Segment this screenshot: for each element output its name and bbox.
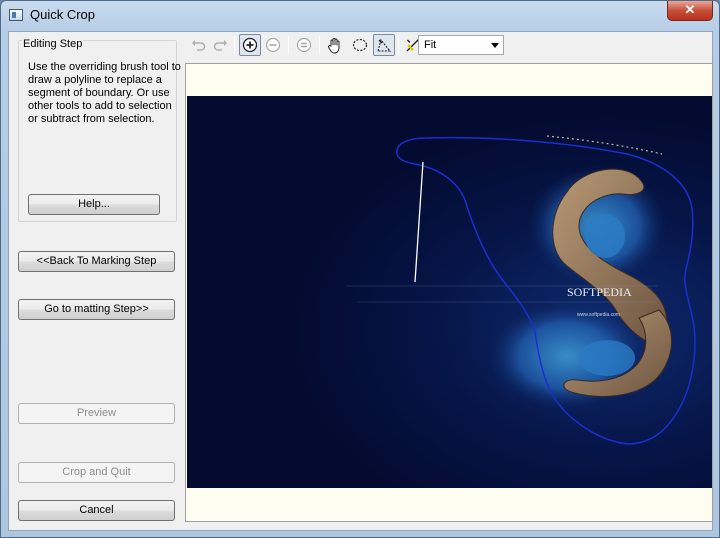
editing-step-title: Editing Step xyxy=(22,38,84,50)
editing-step-group: Editing Step Use the overriding brush to… xyxy=(18,38,181,222)
watermark-url: www.softpedia.com xyxy=(577,312,620,318)
window-title: Quick Crop xyxy=(30,7,96,22)
zoom-out-icon[interactable] xyxy=(262,34,284,56)
app-icon xyxy=(9,9,23,21)
help-button[interactable]: Help... xyxy=(28,194,160,215)
polygon-select-icon[interactable] xyxy=(373,34,395,56)
preview-button[interactable]: Preview xyxy=(18,403,175,424)
quick-crop-window: Quick Crop ✕ Editing Step Use the overri… xyxy=(0,0,720,538)
undo-icon[interactable] xyxy=(188,34,210,56)
lasso-select-icon[interactable] xyxy=(349,34,371,56)
watermark-title: SOFTPEDIA xyxy=(567,285,632,299)
close-button[interactable]: ✕ xyxy=(667,1,713,21)
back-to-marking-step-button[interactable]: <<Back To Marking Step xyxy=(18,251,175,272)
zoom-level-dropdown[interactable]: Fit xyxy=(418,35,504,55)
crop-and-quit-button[interactable]: Crop and Quit xyxy=(18,462,175,483)
softpedia-wallpaper-image: SOFTPEDIA www.softpedia.com xyxy=(347,135,696,445)
title-bar[interactable]: Quick Crop ✕ xyxy=(1,1,719,31)
redo-icon[interactable] xyxy=(209,34,231,56)
cancel-button[interactable]: Cancel xyxy=(18,500,175,521)
toolbar-separator xyxy=(319,36,320,54)
toolbar-separator xyxy=(234,36,235,54)
image-preview[interactable]: SOFTPEDIA www.softpedia.com xyxy=(187,96,712,488)
hand-pan-icon[interactable] xyxy=(324,34,346,56)
dialog-body: Editing Step Use the overriding brush to… xyxy=(8,31,713,531)
brush-polyline xyxy=(414,161,424,283)
zoom-reset-icon[interactable] xyxy=(293,34,315,56)
toolbar-separator xyxy=(288,36,289,54)
image-canvas-area[interactable]: SOFTPEDIA www.softpedia.com xyxy=(185,63,713,522)
toolbar: Fit xyxy=(186,34,516,56)
editing-step-description: Use the overriding brush tool to draw a … xyxy=(28,61,181,125)
go-to-matting-step-button[interactable]: Go to matting Step>> xyxy=(18,299,175,320)
toolbar-separator xyxy=(398,36,399,54)
zoom-level-value: Fit xyxy=(424,39,437,51)
chevron-down-icon xyxy=(491,43,499,48)
zoom-in-icon[interactable] xyxy=(239,34,261,56)
